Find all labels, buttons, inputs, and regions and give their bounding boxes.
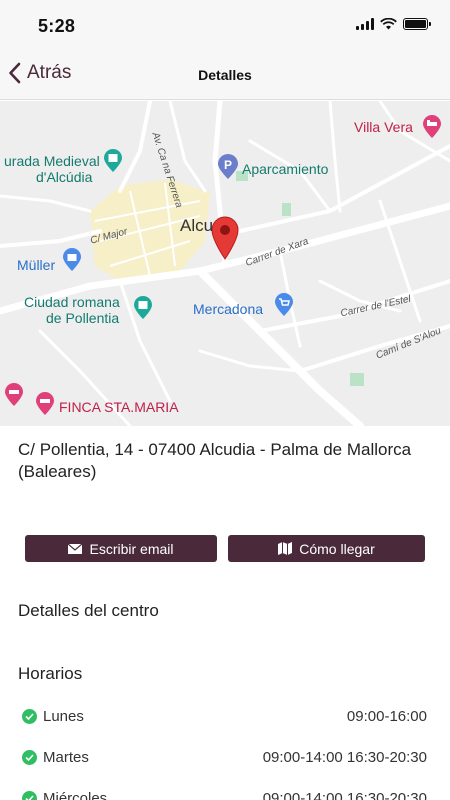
finca-marker-icon [36, 392, 54, 415]
check-circle-icon [22, 749, 37, 765]
map-label-villa-vera: Villa Vera [354, 119, 413, 135]
email-button[interactable]: Escribir email [25, 535, 217, 562]
map-label-town: Alcu [180, 216, 214, 235]
villa-vera-marker-icon [423, 115, 441, 138]
mercadona-marker-icon [275, 293, 293, 316]
location-map[interactable]: P Villa Vera urada Medieval d'Alcúdia Ap… [0, 101, 450, 426]
map-icon [278, 542, 293, 555]
monument-marker-icon [104, 149, 122, 172]
directions-button[interactable]: Cómo llegar [228, 535, 425, 562]
shopping-marker-icon [63, 248, 81, 271]
hours-row: Lunes 09:00-16:00 [22, 704, 427, 728]
center-address: C/ Pollentia, 14 - 07400 Alcudia - Palma… [18, 440, 412, 481]
hours-time: 09:00-16:00 [346, 707, 427, 725]
location-pin-icon[interactable] [211, 216, 239, 260]
map-label-mercadona: Mercadona [193, 301, 264, 317]
status-bar: 5:28 [0, 0, 450, 50]
navigation-bar: Atrás Detalles [0, 50, 450, 100]
hotel-marker-icon [5, 383, 23, 406]
map-label-finca: FINCA STA.MARIA [59, 399, 179, 415]
hours-row: Martes 09:00-14:00 16:30-20:30 [22, 745, 427, 769]
map-label-aparcamiento: Aparcamiento [242, 161, 329, 177]
center-details-heading: Detalles del centro [18, 601, 159, 620]
map-label-ciudad-romana: Ciudad romana [24, 294, 120, 310]
hours-day: Lunes [43, 707, 84, 725]
parking-marker-icon: P [218, 154, 238, 179]
hours-day: Martes [43, 748, 89, 766]
check-circle-icon [22, 708, 37, 724]
email-button-label: Escribir email [89, 540, 174, 557]
page-title: Detalles [198, 67, 252, 83]
map-label-muralla-2: d'Alcúdia [36, 169, 93, 185]
roman-ruins-marker-icon [134, 296, 152, 319]
hours-time: 09:00-14:00 16:30-20:30 [262, 748, 427, 766]
status-icons [356, 18, 431, 30]
map-label-muller: Müller [17, 257, 56, 273]
directions-button-label: Cómo llegar [299, 540, 375, 557]
cellular-signal-icon [356, 18, 374, 30]
check-circle-icon [22, 790, 37, 800]
hours-day: Miércoles [43, 789, 108, 800]
battery-icon [403, 18, 431, 30]
hours-heading: Horarios [18, 664, 83, 683]
map-label-muralla: urada Medieval [4, 153, 100, 169]
status-time: 5:28 [38, 16, 76, 36]
map-label-pollentia: de Pollentia [46, 310, 120, 326]
hours-row: Miércoles 09:00-14:00 16:30-20:30 [22, 786, 427, 800]
hours-time: 09:00-14:00 16:30-20:30 [262, 789, 427, 800]
svg-text:P: P [224, 158, 232, 172]
envelope-icon [68, 543, 83, 554]
wifi-icon [380, 18, 397, 30]
